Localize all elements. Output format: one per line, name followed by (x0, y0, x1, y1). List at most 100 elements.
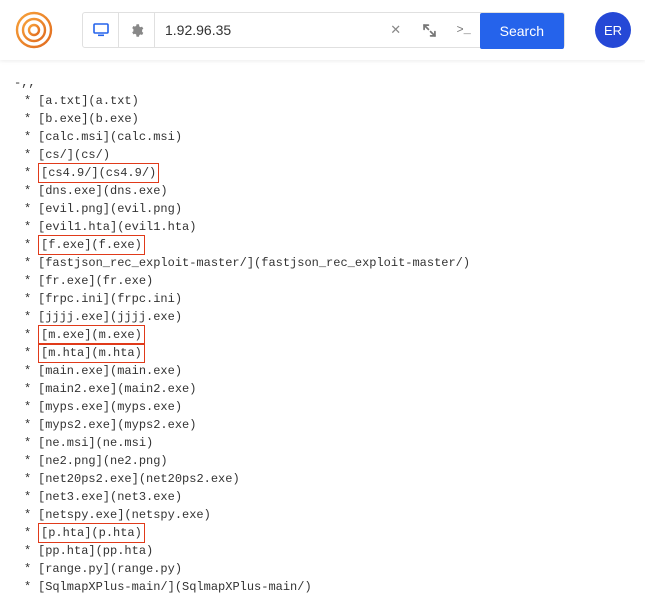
entry-name-bracketed: [f.exe] (41, 238, 91, 252)
entry-link[interactable]: (calc.msi) (110, 130, 182, 144)
entry: [netspy.exe](netspy.exe) (38, 508, 211, 522)
entry-link[interactable]: (pp.hta) (96, 544, 154, 558)
entry: [myps.exe](myps.exe) (38, 400, 182, 414)
bullet: * (24, 380, 38, 398)
list-item: * [m.hta](m.hta) (24, 344, 639, 362)
list-item: * [net20ps2.exe](net20ps2.exe) (24, 470, 639, 488)
entry: [m.hta](m.hta) (38, 343, 145, 363)
bullet: * (24, 524, 38, 542)
list-item: * [ne2.png](ne2.png) (24, 452, 639, 470)
address-input[interactable] (155, 13, 379, 47)
bullet: * (24, 542, 38, 560)
entry: [calc.msi](calc.msi) (38, 130, 182, 144)
bullet: * (24, 128, 38, 146)
entry: [ne2.png](ne2.png) (38, 454, 168, 468)
list-item: * [ne.msi](ne.msi) (24, 434, 639, 452)
entry-link[interactable]: (m.hta) (91, 346, 141, 360)
close-icon: ✕ (390, 22, 401, 38)
list-item: * [f.exe](f.exe) (24, 236, 639, 254)
entry-link[interactable]: (myps2.exe) (117, 418, 196, 432)
list-item: * [fr.exe](fr.exe) (24, 272, 639, 290)
entry-name-bracketed: [SqlmapXPlus-main/] (38, 580, 175, 594)
entry-link[interactable]: (myps.exe) (110, 400, 182, 414)
list-item: * [cs4.9/](cs4.9/) (24, 164, 639, 182)
entry-link[interactable]: (evil.png) (110, 202, 182, 216)
entry-link[interactable]: (evil1.hta) (117, 220, 196, 234)
bullet: * (24, 254, 38, 272)
entry: [cs/](cs/) (38, 148, 110, 162)
settings-button[interactable] (119, 13, 155, 47)
entry: [fr.exe](fr.exe) (38, 274, 153, 288)
entry-name-bracketed: [calc.msi] (38, 130, 110, 144)
entry-link[interactable]: (m.exe) (91, 328, 141, 342)
gear-icon (129, 23, 144, 38)
entry-link[interactable]: (SqlmapXPlus-main/) (175, 580, 312, 594)
entry-link[interactable]: (net3.exe) (110, 490, 182, 504)
list-item: * [fastjson_rec_exploit-master/](fastjso… (24, 254, 639, 272)
entry-name-bracketed: [fastjson_rec_exploit-master/] (38, 256, 254, 270)
entry-name-bracketed: [cs/] (38, 148, 74, 162)
avatar[interactable]: ER (595, 12, 631, 48)
entry-link[interactable]: (fr.exe) (96, 274, 154, 288)
entry-link[interactable]: (jjjj.exe) (110, 310, 182, 324)
entry-name-bracketed: [main2.exe] (38, 382, 117, 396)
bullet: * (24, 236, 38, 254)
search-button[interactable]: Search (480, 13, 564, 49)
entry-link[interactable]: (cs/) (74, 148, 110, 162)
entry-link[interactable]: (a.txt) (88, 94, 138, 108)
entry-link[interactable]: (net20ps2.exe) (139, 472, 240, 486)
list-item: * [evil.png](evil.png) (24, 200, 639, 218)
entry-link[interactable]: (fastjson_rec_exploit-master/) (254, 256, 470, 270)
entry: [net20ps2.exe](net20ps2.exe) (38, 472, 240, 486)
entry-link[interactable]: (dns.exe) (103, 184, 168, 198)
list-item: * [cs/](cs/) (24, 146, 639, 164)
entry: [f.exe](f.exe) (38, 235, 145, 255)
entry-link[interactable]: (f.exe) (91, 238, 141, 252)
expand-button[interactable] (413, 13, 447, 47)
entry-link[interactable]: (main.exe) (110, 364, 182, 378)
display-mode-button[interactable] (83, 13, 119, 47)
listing-prefix: -,, (14, 74, 639, 92)
list-item: * [netspy.exe](netspy.exe) (24, 506, 639, 524)
entry-link[interactable]: (frpc.ini) (110, 292, 182, 306)
listing-content: -,, * [a.txt](a.txt)* [b.exe](b.exe)* [c… (0, 60, 645, 602)
list-item: * [jjjj.exe](jjjj.exe) (24, 308, 639, 326)
clear-button[interactable]: ✕ (379, 13, 413, 47)
entry-name-bracketed: [evil.png] (38, 202, 110, 216)
entry: [range.py](range.py) (38, 562, 182, 576)
entry: [b.exe](b.exe) (38, 112, 139, 126)
bullet: * (24, 434, 38, 452)
list-item: * [net3.exe](net3.exe) (24, 488, 639, 506)
terminal-button[interactable]: >_ (447, 13, 481, 47)
list-item: * [m.exe](m.exe) (24, 326, 639, 344)
logo[interactable] (14, 10, 54, 50)
list-item: * [range.py](range.py) (24, 560, 639, 578)
list-item: * [myps.exe](myps.exe) (24, 398, 639, 416)
entry: [evil1.hta](evil1.hta) (38, 220, 196, 234)
bullet: * (24, 326, 38, 344)
bullet: * (24, 398, 38, 416)
entry-name-bracketed: [pp.hta] (38, 544, 96, 558)
bullet: * (24, 452, 38, 470)
entry-link[interactable]: (p.hta) (91, 526, 141, 540)
entry-link[interactable]: (main2.exe) (117, 382, 196, 396)
bullet: * (24, 308, 38, 326)
entry: [jjjj.exe](jjjj.exe) (38, 310, 182, 324)
entry-link[interactable]: (netspy.exe) (124, 508, 210, 522)
bullet: * (24, 470, 38, 488)
entry-link[interactable]: (range.py) (110, 562, 182, 576)
bullet: * (24, 362, 38, 380)
entry: [main.exe](main.exe) (38, 364, 182, 378)
expand-icon (423, 24, 436, 37)
entry-link[interactable]: (cs4.9/) (99, 166, 157, 180)
bullet: * (24, 578, 38, 596)
list-item: * [a.txt](a.txt) (24, 92, 639, 110)
list-item: * [frpc.ini](frpc.ini) (24, 290, 639, 308)
entry: [cs4.9/](cs4.9/) (38, 163, 159, 183)
entry-link[interactable]: (b.exe) (88, 112, 138, 126)
bullet: * (24, 200, 38, 218)
entry-link[interactable]: (ne2.png) (103, 454, 168, 468)
bullet: * (24, 290, 38, 308)
entry-link[interactable]: (ne.msi) (96, 436, 154, 450)
entry-name-bracketed: [dns.exe] (38, 184, 103, 198)
